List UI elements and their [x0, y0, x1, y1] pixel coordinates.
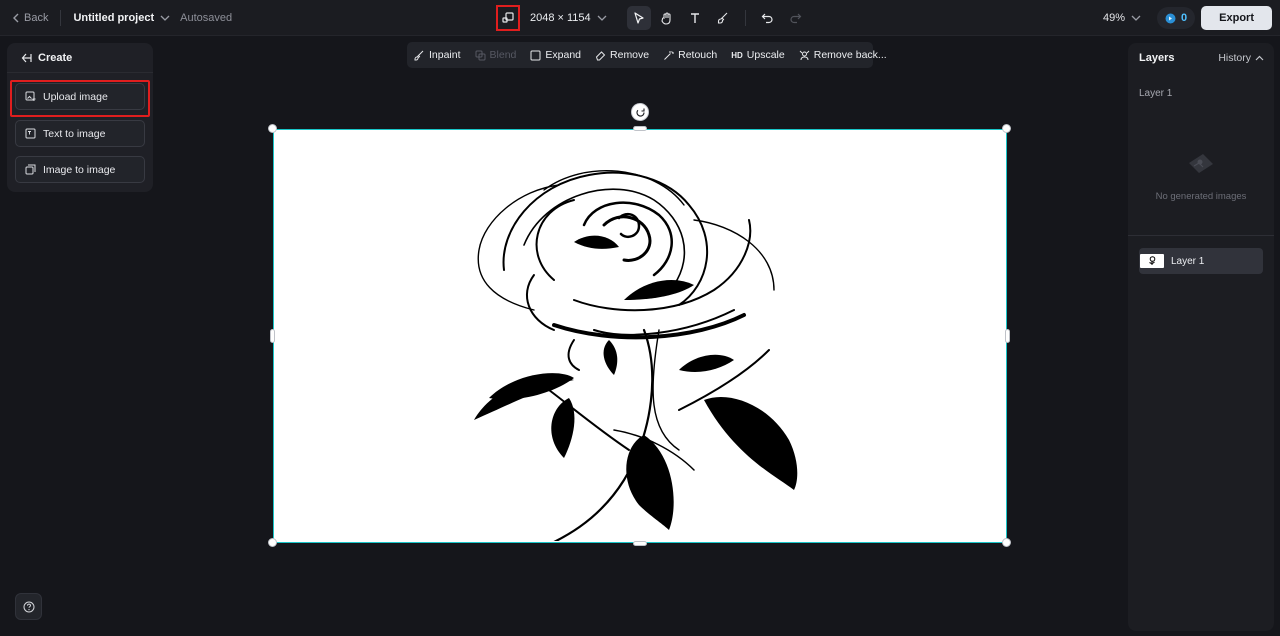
divider	[60, 10, 62, 26]
upscale-label: Upscale	[746, 49, 785, 61]
resize-handle-top[interactable]	[633, 126, 647, 131]
remove-button[interactable]: Remove	[595, 49, 649, 61]
inpaint-label: Inpaint	[429, 49, 461, 61]
rotate-handle[interactable]	[631, 103, 649, 121]
text-to-image-button[interactable]: Text to image	[15, 120, 145, 147]
rotate-icon	[635, 108, 645, 117]
resize-handle-bottom-left[interactable]	[268, 538, 277, 547]
layer-thumbnail	[1140, 254, 1164, 268]
hand-icon	[661, 11, 671, 25]
resize-handle-bottom[interactable]	[633, 541, 647, 546]
retouch-button[interactable]: Retouch	[663, 49, 717, 61]
hd-icon: HD	[731, 50, 743, 60]
brush-icon	[717, 12, 728, 24]
empty-images-icon	[1189, 154, 1213, 173]
canvas-dimensions: 2048 × 1154	[530, 12, 591, 24]
expand-button[interactable]: Expand	[530, 49, 581, 61]
chevron-down-icon	[160, 15, 170, 21]
text-icon	[690, 13, 699, 23]
remove-label: Remove	[610, 49, 650, 61]
select-tool[interactable]	[626, 6, 651, 30]
project-name: Untitled project	[73, 12, 155, 24]
layers-tab[interactable]: Layers	[1139, 52, 1174, 64]
edit-toolbar: Inpaint Blend Expand Remove Retouch HD U…	[407, 42, 887, 68]
resize-handle-left[interactable]	[270, 329, 275, 343]
help-icon	[23, 601, 34, 612]
canvas-image[interactable]	[273, 129, 1007, 557]
expand-label: Expand	[545, 49, 582, 61]
brush-tool[interactable]	[711, 6, 735, 30]
rose-thumbnail-icon	[1149, 256, 1156, 265]
help-button[interactable]	[15, 593, 42, 620]
blend-icon	[475, 50, 486, 60]
upload-image-highlight	[10, 80, 150, 117]
credits-badge[interactable]: 0	[1157, 7, 1196, 29]
resize-handle-bottom-right[interactable]	[1002, 538, 1011, 547]
remove-background-button[interactable]: Remove back...	[799, 49, 887, 61]
image-to-image-label: Image to image	[43, 163, 116, 176]
undo-icon	[761, 13, 773, 24]
resize-icon	[502, 12, 514, 23]
back-label: Back	[24, 12, 49, 24]
canvas-size-dropdown[interactable]: 2048 × 1154	[530, 12, 607, 24]
resize-handle-top-right[interactable]	[1002, 124, 1011, 133]
chevron-up-icon	[1255, 55, 1264, 60]
redo-icon	[790, 13, 802, 24]
credits-icon	[1165, 13, 1176, 23]
upscale-button[interactable]: HD Upscale	[731, 49, 785, 61]
top-bar: Back Untitled project Autosaved 2048 × 1…	[0, 0, 1280, 36]
autosave-status: Autosaved	[180, 12, 233, 24]
back-button[interactable]: Back	[12, 12, 48, 24]
current-layer-label: Layer 1	[1139, 88, 1173, 99]
text-to-image-icon	[25, 128, 36, 139]
zoom-dropdown[interactable]: 49%	[1103, 12, 1141, 24]
layer-item[interactable]: Layer 1	[1139, 248, 1263, 274]
image-to-image-button[interactable]: Image to image	[15, 156, 145, 183]
undo-button[interactable]	[756, 6, 780, 30]
expand-icon	[530, 50, 541, 60]
export-button[interactable]: Export	[1201, 6, 1272, 30]
inpaint-button[interactable]: Inpaint	[414, 49, 461, 61]
resize-handle-right[interactable]	[1005, 329, 1010, 343]
layer-name: Layer 1	[1171, 255, 1205, 267]
zoom-level: 49%	[1103, 12, 1126, 24]
hand-tool[interactable]	[655, 6, 679, 30]
chevron-down-icon	[1131, 15, 1141, 21]
history-label: History	[1218, 52, 1251, 64]
cursor-icon	[634, 12, 644, 24]
rose-illustration	[474, 170, 798, 557]
blend-label: Blend	[489, 49, 517, 61]
resize-handle-top-left[interactable]	[268, 124, 277, 133]
resize-canvas-button[interactable]	[496, 5, 520, 31]
redo-button[interactable]	[784, 6, 808, 30]
credits-count: 0	[1181, 12, 1188, 24]
create-panel-header[interactable]: Create	[7, 43, 153, 73]
project-name-dropdown[interactable]: Untitled project	[73, 12, 170, 24]
layers-panel: Layers History Layer 1 No generated imag…	[1128, 43, 1274, 631]
retouch-icon	[664, 50, 675, 60]
arrow-left-icon	[21, 53, 32, 62]
empty-generated-text: No generated images	[1155, 191, 1247, 202]
retouch-label: Retouch	[678, 49, 718, 61]
divider	[1128, 235, 1274, 236]
text-to-image-label: Text to image	[43, 127, 106, 140]
chevron-left-icon	[13, 13, 19, 23]
remove-background-label: Remove back...	[813, 49, 887, 61]
text-tool[interactable]	[683, 6, 707, 30]
eraser-icon	[595, 50, 606, 60]
chevron-down-icon	[597, 15, 607, 21]
divider	[744, 10, 746, 26]
inpaint-icon	[414, 50, 424, 60]
create-panel: Create Upload image Text to image Image …	[7, 43, 153, 192]
history-toggle[interactable]: History	[1218, 52, 1264, 64]
blend-button[interactable]: Blend	[475, 49, 517, 61]
image-to-image-icon	[25, 164, 36, 175]
create-panel-title: Create	[38, 51, 73, 64]
remove-background-icon	[799, 50, 810, 60]
